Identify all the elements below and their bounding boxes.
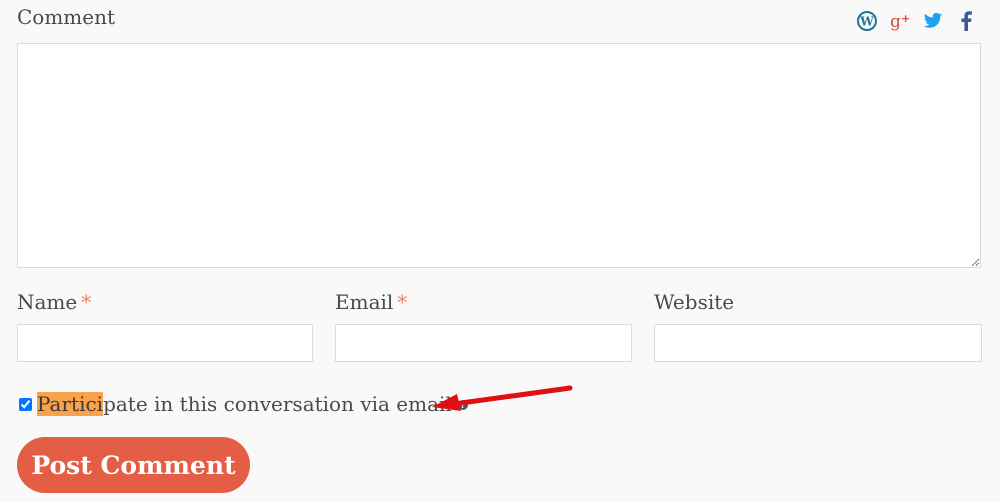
social-share-icons: W g + xyxy=(855,9,978,33)
svg-text:g: g xyxy=(890,12,901,31)
name-label: Name * xyxy=(17,290,91,314)
svg-text:+: + xyxy=(901,12,910,25)
google-plus-icon[interactable]: g + xyxy=(888,9,912,33)
highlighted-text: Partici xyxy=(37,392,104,416)
annotation-arrow-icon xyxy=(432,385,573,411)
required-mark: * xyxy=(397,290,408,314)
wordpress-icon[interactable]: W xyxy=(855,9,879,33)
name-label-text: Name xyxy=(17,290,78,314)
comment-label: Comment xyxy=(17,5,116,29)
svg-text:W: W xyxy=(859,15,874,29)
subscribe-checkbox[interactable] xyxy=(19,397,32,411)
website-input[interactable] xyxy=(654,324,982,362)
email-label-text: Email xyxy=(335,290,394,314)
email-input[interactable] xyxy=(335,324,632,362)
subscribe-option: Partici pate in this conversation via ema… xyxy=(17,392,468,416)
website-label: Website xyxy=(654,290,735,314)
subscribe-label: pate in this conversation via email xyxy=(103,392,452,416)
email-label: Email * xyxy=(335,290,407,314)
required-mark: * xyxy=(81,290,92,314)
facebook-icon[interactable] xyxy=(954,9,978,33)
name-input[interactable] xyxy=(17,324,313,362)
comment-textarea[interactable] xyxy=(17,43,981,268)
twitter-icon[interactable] xyxy=(921,9,945,33)
post-comment-button[interactable]: Post Comment xyxy=(17,437,250,493)
